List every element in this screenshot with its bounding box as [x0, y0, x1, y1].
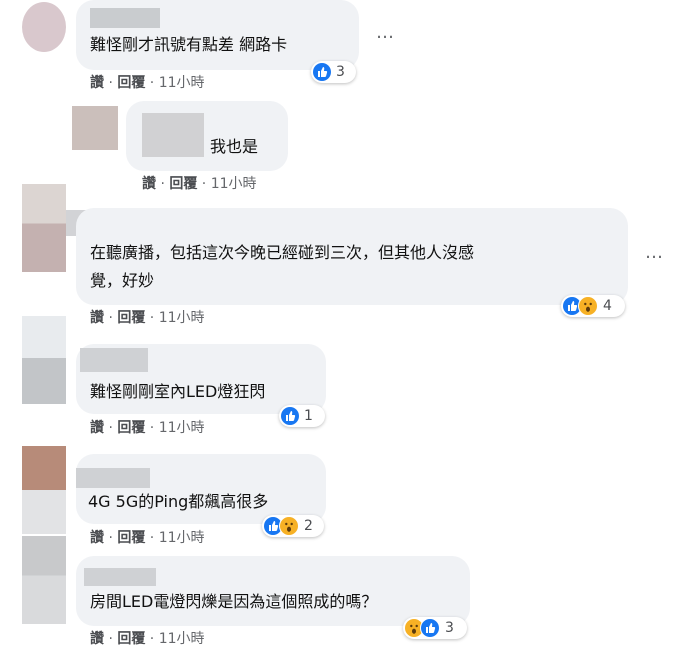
reaction-summary[interactable]: 3 [311, 61, 356, 83]
reply-link[interactable]: 回覆 [117, 420, 145, 436]
reaction-count: 2 [304, 518, 313, 534]
comment-text: 4G 5G的Ping都飆高很多 [88, 492, 269, 511]
commenter-name[interactable] [80, 348, 148, 372]
like-reaction-icon [313, 63, 331, 81]
avatar[interactable] [22, 184, 66, 272]
avatar[interactable] [22, 2, 66, 52]
comment-meta: 讚 · 回覆 · 11小時 [90, 631, 205, 647]
comment-text: 難怪剛才訊號有點差 網路卡 [90, 35, 288, 54]
timestamp[interactable]: 11小時 [159, 631, 205, 647]
avatar[interactable] [22, 316, 66, 404]
like-link[interactable]: 讚 [90, 75, 104, 91]
commenter-name[interactable] [76, 468, 150, 488]
timestamp[interactable]: 11小時 [211, 176, 257, 192]
comment-bubble: 難怪剛剛室內LED燈狂閃 [76, 344, 326, 414]
comment-meta: 讚 · 回覆 · 11小時 [142, 176, 257, 192]
reaction-count: 3 [445, 620, 454, 636]
reaction-summary[interactable]: 4 [561, 295, 625, 317]
avatar[interactable] [22, 536, 66, 624]
comment-text-line: 覺，好妙 [90, 271, 155, 290]
timestamp[interactable]: 11小時 [159, 310, 205, 326]
comment-text: 我也是 [210, 137, 259, 156]
comment-bubble: 房間LED電燈閃爍是因為這個照成的嗎？ [76, 556, 470, 626]
like-link[interactable]: 讚 [90, 310, 104, 326]
comment-text: 難怪剛剛室內LED燈狂閃 [90, 382, 266, 401]
avatar[interactable] [72, 106, 118, 150]
reaction-count: 1 [304, 408, 313, 424]
comment-bubble: 在聽廣播，包括這次今晚已經碰到三次，但其他人沒感 覺，好妙 [76, 208, 628, 305]
commenter-name[interactable] [84, 568, 156, 586]
comment-text-line: 在聽廣播，包括這次今晚已經碰到三次，但其他人沒感 [90, 243, 475, 262]
wow-reaction-icon [279, 516, 299, 536]
comment-meta: 讚 · 回覆 · 11小時 [90, 310, 205, 326]
like-link[interactable]: 讚 [90, 420, 104, 436]
reply-link[interactable]: 回覆 [169, 176, 197, 192]
like-link[interactable]: 讚 [142, 176, 156, 192]
like-link[interactable]: 讚 [90, 631, 104, 647]
comment-meta: 讚 · 回覆 · 11小時 [90, 75, 205, 91]
comment-meta: 讚 · 回覆 · 11小時 [90, 530, 205, 546]
more-options-icon[interactable]: … [376, 22, 395, 43]
like-reaction-icon [420, 618, 440, 638]
more-options-icon[interactable]: … [645, 242, 664, 263]
reply-link[interactable]: 回覆 [117, 631, 145, 647]
like-link[interactable]: 讚 [90, 530, 104, 546]
reply-link[interactable]: 回覆 [117, 530, 145, 546]
commenter-name[interactable] [142, 113, 204, 157]
reaction-summary[interactable]: 1 [279, 405, 325, 427]
comment-bubble: 我也是 [126, 101, 288, 171]
reply-link[interactable]: 回覆 [117, 75, 145, 91]
wow-reaction-icon [578, 296, 598, 316]
reaction-count: 4 [603, 298, 612, 314]
reaction-summary[interactable]: 2 [262, 515, 324, 537]
avatar[interactable] [22, 446, 66, 534]
comment-bubble: 難怪剛才訊號有點差 網路卡 [76, 0, 359, 70]
comment-bubble: 4G 5G的Ping都飆高很多 [76, 454, 326, 524]
reaction-summary[interactable]: 3 [403, 617, 467, 639]
comment-text: 房間LED電燈閃爍是因為這個照成的嗎？ [90, 592, 378, 611]
timestamp[interactable]: 11小時 [159, 530, 205, 546]
timestamp[interactable]: 11小時 [159, 75, 205, 91]
reply-link[interactable]: 回覆 [117, 310, 145, 326]
reaction-count: 3 [336, 64, 345, 80]
comment-meta: 讚 · 回覆 · 11小時 [90, 420, 205, 436]
like-reaction-icon [281, 407, 299, 425]
timestamp[interactable]: 11小時 [159, 420, 205, 436]
commenter-name[interactable] [90, 8, 160, 28]
